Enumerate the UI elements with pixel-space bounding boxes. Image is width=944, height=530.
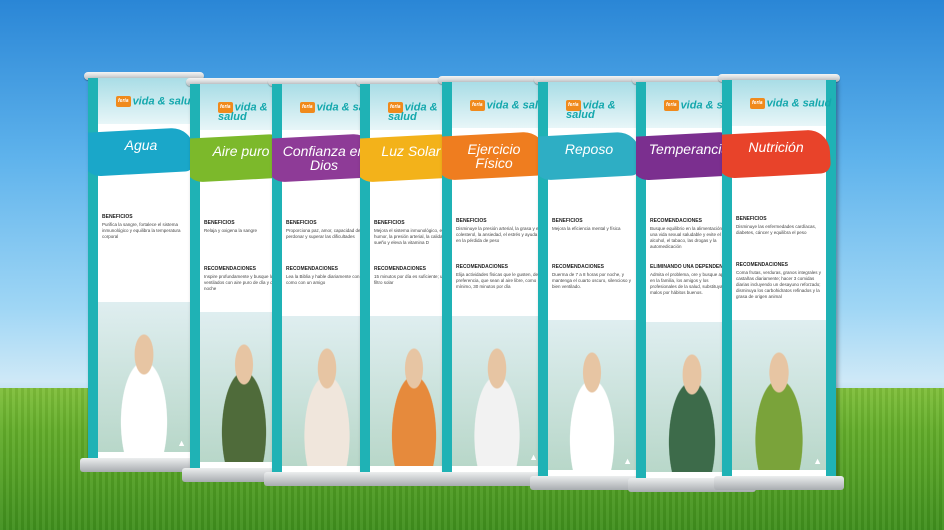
banner-title: Ejercicio Físico [467, 141, 521, 171]
brand-tag: feria [116, 96, 131, 107]
brand-logo: feria vida & salud [116, 96, 197, 107]
church-logo-icon: ▲ [623, 456, 632, 466]
brand-tag: feria [664, 100, 679, 111]
section-heading: BENEFICIOS [204, 220, 235, 226]
section-heading: RECOMENDACIONES [286, 266, 338, 272]
banner-face: feria vida & salud Agua BENEFICIOS Purifica … [88, 78, 200, 458]
section-text: Mejora la eficiencia mental y física [552, 226, 621, 231]
brand-logo: feria vida & salud [750, 98, 831, 109]
person-photo [548, 320, 636, 470]
banner-stand-base [714, 476, 844, 490]
brand-tag: feria [750, 98, 765, 109]
banner-6: feria vida & salud Reposo BENEFICIOS Mejora … [530, 76, 654, 490]
section-heading: BENEFICIOS [552, 218, 583, 224]
section-heading: RECOMENDACIONES [736, 262, 788, 268]
banner-5: feria vida & salud Ejercicio Físico BENEFIC… [434, 76, 560, 486]
section-text: Disminuye la presión arterial, la grasa … [456, 226, 540, 243]
banner-title: Agua [124, 137, 158, 153]
section-text: Lea la Biblia y hable diariamente con Di… [286, 274, 370, 285]
brand-name: vida & salud [766, 97, 832, 110]
banner-face: feria vida & salud Reposo BENEFICIOS Mejora … [538, 82, 646, 476]
section-heading: RECOMENDACIONES [374, 266, 426, 272]
brand-name: vida & salud [132, 95, 198, 108]
section-heading: RECOMENDACIONES [456, 264, 508, 270]
brand-logo: feria vida & salud [566, 100, 646, 120]
section-heading: BENEFICIOS [374, 220, 405, 226]
section-heading: RECOMENDACIONES [204, 266, 256, 272]
section-heading: ELIMINANDO UNA DEPENDENCIA [650, 264, 732, 270]
banner-face: feria vida & salud Nutrición BENEFICIOS Dism… [722, 80, 836, 476]
section-text: Elija actividades físicas que le gusten,… [456, 272, 539, 289]
section-heading: RECOMENDACIONES [650, 218, 702, 224]
person-photo [732, 320, 826, 470]
church-logo-icon: ▲ [529, 452, 538, 462]
section-heading: BENEFICIOS [736, 216, 767, 222]
person-photo [282, 316, 372, 466]
banner-1: feria vida & salud Agua BENEFICIOS Purifica … [80, 72, 208, 472]
scene: feria vida & salud Agua BENEFICIOS Purifica … [0, 0, 944, 530]
banner-title: Reposo [564, 141, 614, 157]
church-logo-icon: ▲ [813, 456, 822, 466]
church-logo-icon: ▲ [177, 438, 186, 448]
section-text: Coma frutas, verduras, granos integrales… [736, 270, 822, 299]
brand-tag: feria [470, 100, 485, 111]
section-text: Duerma de 7 a 8 horas por noche, y mante… [552, 272, 632, 289]
section-text: Purifica la sangre, fortalece el sistema… [102, 222, 181, 239]
section-heading: BENEFICIOS [102, 214, 133, 220]
person-photo [98, 302, 190, 452]
banner-title: Confianza en Dios [282, 143, 366, 173]
section-text: Proporciona paz, amor, capacidad de perd… [286, 228, 361, 239]
banner-8: feria vida & salud Nutrición BENEFICIOS Dism… [714, 74, 844, 490]
brand-tag: feria [300, 102, 315, 113]
person-photo [452, 316, 542, 466]
banner-title: Nutrición [748, 139, 804, 155]
banner-face: feria vida & salud Ejercicio Físico BENEFIC… [442, 82, 552, 472]
section-text: Disminuye las enfermedades cardíacas, di… [736, 224, 817, 235]
teal-edge-right [826, 80, 836, 476]
section-heading: BENEFICIOS [456, 218, 487, 224]
section-heading: RECOMENDACIONES [552, 264, 604, 270]
section-heading: BENEFICIOS [286, 220, 317, 226]
